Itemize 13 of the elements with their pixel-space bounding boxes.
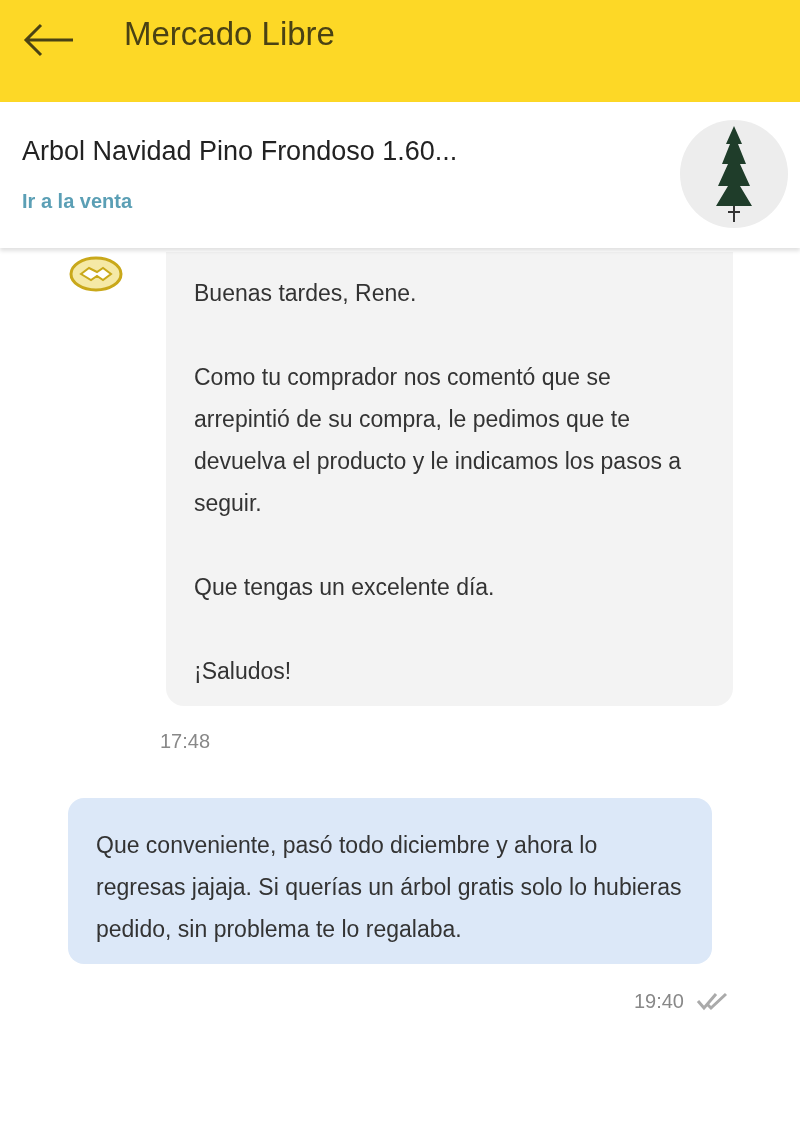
message-text: Que conveniente, pasó todo diciembre y ahora lo regresas jajaja. Si querías un árbol gratis solo lo hubieras pedido, sin problema te lo regalaba. <box>96 831 683 944</box>
message-text: Buenas tardes, Rene. <box>194 279 418 308</box>
message-text: Como tu comprador nos comentó que se arrepintió de su compra, le pedimos que te devuelva el producto y le indicamos los pasos a seguir. <box>194 363 683 518</box>
message-time: 17:48 <box>160 729 212 754</box>
back-arrow-icon <box>23 23 75 57</box>
message-text: ¡Saludos! <box>194 657 293 686</box>
double-check-icon <box>696 991 730 1011</box>
message-time: 19:40 <box>633 989 684 1014</box>
message-text: Que tengas un excelente día. <box>194 573 496 602</box>
app-title: Mercado Libre <box>124 14 335 54</box>
go-to-sale-link[interactable]: Ir a la venta <box>22 186 458 216</box>
product-title: Arbol Navidad Pino Frondoso 1.60... <box>22 135 458 168</box>
pine-tree-icon <box>714 124 754 224</box>
